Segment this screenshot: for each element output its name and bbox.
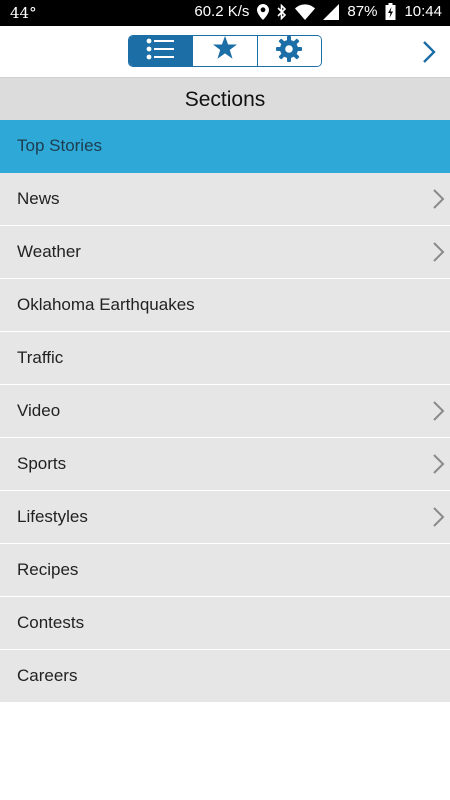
section-item-label: Careers (17, 666, 78, 685)
view-segmented-control (128, 35, 322, 67)
section-item-news[interactable]: News (0, 173, 450, 226)
section-item-label: Sports (17, 454, 67, 473)
sections-tab[interactable] (129, 36, 194, 66)
section-item-label: Contests (17, 613, 85, 632)
section-item-oklahoma-earthquakes[interactable]: Oklahoma Earthquakes (0, 279, 450, 332)
wifi-icon (295, 3, 316, 20)
section-item-top-stories[interactable]: Top Stories (0, 120, 450, 173)
top-toolbar (0, 26, 450, 77)
section-item-video[interactable]: Video (0, 385, 450, 438)
settings-tab[interactable] (257, 36, 321, 66)
clock: 10:44 (404, 3, 442, 20)
favorites-tab[interactable] (193, 36, 258, 66)
section-item-label: Oklahoma Earthquakes (17, 295, 195, 314)
section-item-careers[interactable]: Careers (0, 650, 450, 703)
temperature-indicator: 44° (10, 4, 37, 22)
battery-level: 87% (347, 3, 378, 20)
section-item-label: Recipes (17, 560, 79, 579)
section-item-contests[interactable]: Contests (0, 597, 450, 650)
chevron-right-icon (432, 241, 446, 268)
status-bar: 44° 60.2 K/s 87% 10:44 (0, 0, 450, 26)
page-title: Sections (184, 87, 266, 111)
bluetooth-icon (277, 3, 287, 20)
chevron-right-icon (432, 400, 446, 427)
section-item-label: Traffic (17, 348, 64, 367)
section-item-label: Top Stories (17, 136, 103, 155)
section-item-traffic[interactable]: Traffic (0, 332, 450, 385)
sections-header: Sections (0, 77, 450, 121)
section-item-weather[interactable]: Weather (0, 226, 450, 279)
section-item-recipes[interactable]: Recipes (0, 544, 450, 597)
list-icon (146, 38, 176, 65)
chevron-right-icon (432, 188, 446, 215)
section-item-label: Video (17, 401, 61, 420)
network-speed: 60.2 K/s (194, 3, 250, 20)
chevron-right-icon (432, 453, 446, 480)
sections-list: Top Stories News Weather Oklahoma Earthq… (0, 120, 450, 703)
gear-icon (276, 36, 303, 66)
chevron-right-icon[interactable] (422, 40, 436, 69)
location-icon (257, 3, 270, 20)
section-item-label: Weather (17, 242, 81, 261)
section-item-label: Lifestyles (17, 507, 88, 526)
chevron-right-icon (432, 506, 446, 533)
star-icon (212, 36, 238, 66)
signal-icon (323, 3, 340, 20)
section-item-sports[interactable]: Sports (0, 438, 450, 491)
section-item-lifestyles[interactable]: Lifestyles (0, 491, 450, 544)
battery-icon (385, 3, 396, 20)
section-item-label: News (17, 189, 60, 208)
status-icons: 60.2 K/s 87% 10:44 (194, 3, 442, 20)
